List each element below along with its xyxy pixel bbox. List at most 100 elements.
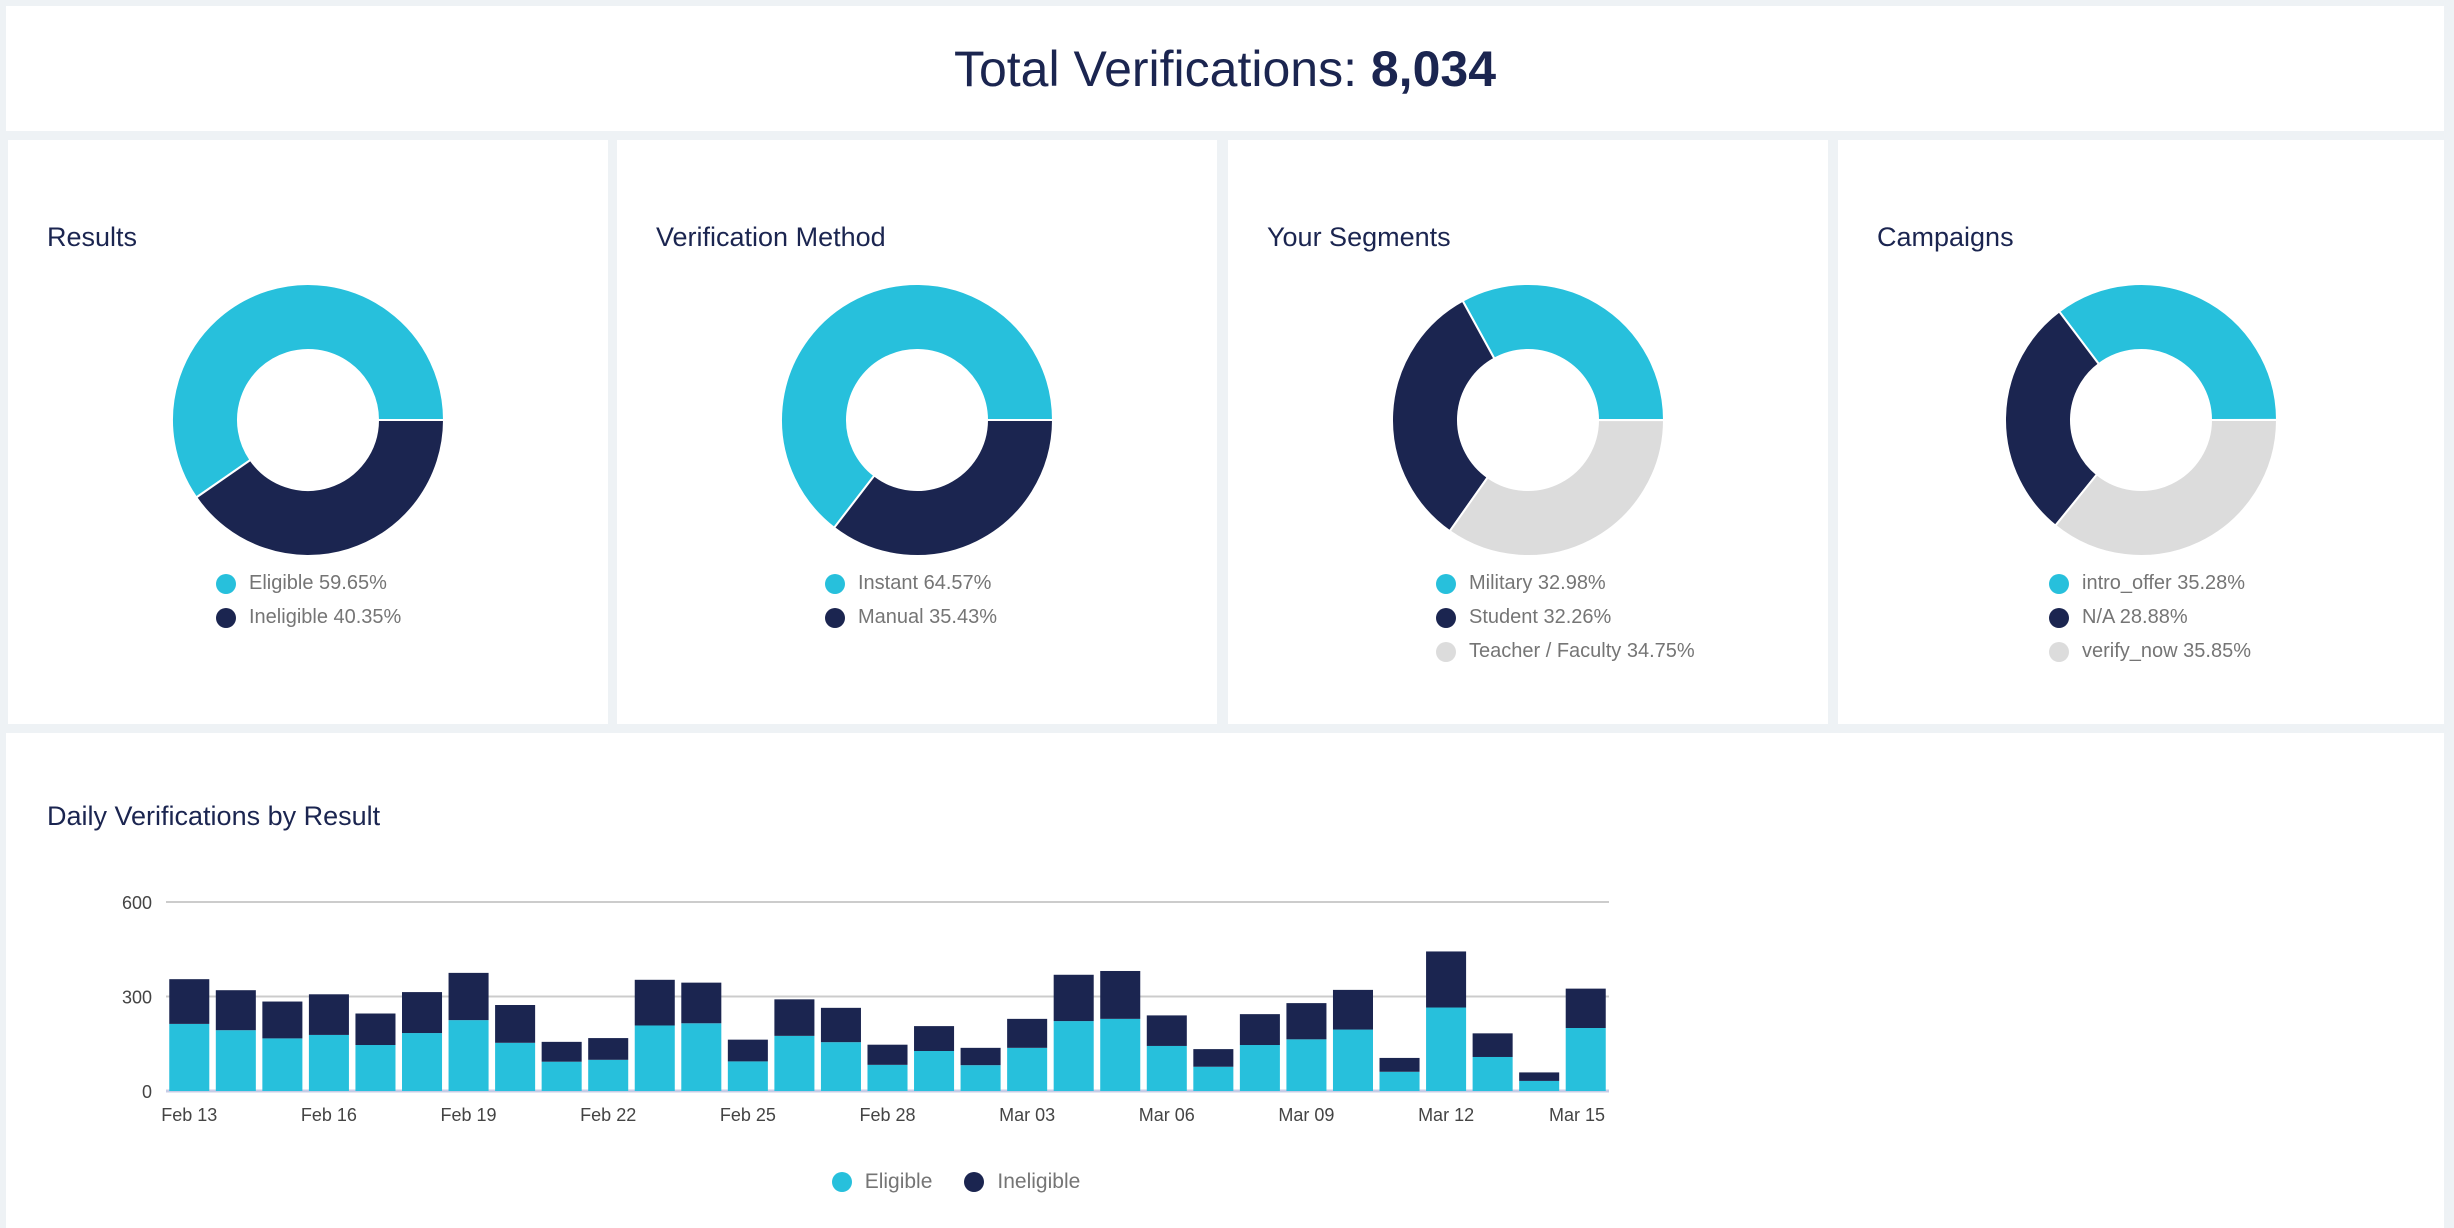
legend-swatch: [2049, 641, 2069, 662]
bar-eligible[interactable]: [1379, 1071, 1420, 1091]
bar-ineligible[interactable]: [495, 1005, 536, 1043]
legend-item[interactable]: Ineligible 40.35%: [216, 606, 401, 629]
bar-eligible[interactable]: [727, 1061, 768, 1091]
legend-item[interactable]: Student 32.26%: [1436, 606, 1611, 629]
bar-eligible[interactable]: [541, 1061, 582, 1091]
legend-swatch: [1436, 641, 1456, 662]
bar-eligible[interactable]: [1053, 1021, 1094, 1091]
bar-ineligible[interactable]: [262, 1001, 303, 1039]
bar-eligible[interactable]: [1100, 1018, 1141, 1091]
bar-ineligible[interactable]: [1146, 1015, 1187, 1046]
bar-ineligible[interactable]: [1239, 1014, 1280, 1046]
legend-eligible[interactable]: Eligible: [831, 1170, 932, 1194]
eligible-swatch: [831, 1172, 852, 1192]
bar-eligible[interactable]: [867, 1064, 908, 1091]
bar-ineligible[interactable]: [914, 1026, 955, 1051]
bar-ineligible[interactable]: [774, 999, 815, 1036]
bar-ineligible[interactable]: [681, 982, 722, 1024]
legend-label: Teacher / Faculty 34.75%: [1469, 640, 1695, 662]
bar-ineligible[interactable]: [820, 1007, 861, 1043]
bar-eligible[interactable]: [495, 1042, 536, 1091]
bar-eligible[interactable]: [1193, 1066, 1234, 1091]
legend-item[interactable]: intro_offer 35.28%: [2049, 572, 2245, 595]
x-tick-label: Mar 12: [1418, 1105, 1474, 1125]
legend-swatch: [825, 607, 845, 628]
bar-eligible[interactable]: [960, 1065, 1001, 1091]
bar-ineligible[interactable]: [1332, 989, 1373, 1030]
bar-ineligible[interactable]: [1007, 1018, 1048, 1048]
donut-slice[interactable]: [1461, 283, 1666, 421]
bar-ineligible[interactable]: [1519, 1072, 1560, 1081]
bar-eligible[interactable]: [262, 1038, 303, 1091]
x-tick-label: Feb 25: [720, 1105, 776, 1125]
bar-ineligible[interactable]: [1426, 951, 1467, 1008]
bar-eligible[interactable]: [169, 1023, 210, 1091]
bar-ineligible[interactable]: [588, 1038, 629, 1060]
total-verifications-header: Total Verifications: 8,034: [6, 6, 2444, 131]
bar-ineligible[interactable]: [727, 1039, 768, 1062]
bar-ineligible[interactable]: [1379, 1057, 1420, 1072]
legend-item[interactable]: Eligible 59.65%: [216, 572, 387, 595]
bar-eligible[interactable]: [1007, 1047, 1048, 1091]
x-tick-label: Mar 03: [999, 1105, 1055, 1125]
legend-label: Eligible 59.65%: [249, 572, 387, 594]
legend-swatch: [1436, 607, 1456, 628]
legend-label: Instant 64.57%: [858, 572, 992, 594]
bar-ineligible[interactable]: [1565, 988, 1606, 1028]
bar-eligible[interactable]: [448, 1020, 489, 1091]
bar-eligible[interactable]: [681, 1023, 722, 1091]
donut-slice[interactable]: [2057, 283, 2279, 421]
bar-ineligible[interactable]: [867, 1044, 908, 1065]
legend-label: Ineligible 40.35%: [249, 606, 402, 628]
legend-ineligible[interactable]: Ineligible: [964, 1170, 1080, 1194]
bar-ineligible[interactable]: [448, 972, 489, 1021]
donut-slice[interactable]: [1448, 419, 1666, 557]
bar-eligible[interactable]: [355, 1045, 396, 1091]
donut-chart: [171, 283, 446, 557]
bar-ineligible[interactable]: [541, 1041, 582, 1062]
bar-eligible[interactable]: [1146, 1045, 1187, 1091]
legend-item[interactable]: verify_now 35.85%: [2049, 640, 2251, 663]
y-tick-label: 600: [122, 893, 152, 913]
legend-item[interactable]: Instant 64.57%: [825, 572, 991, 595]
bar-ineligible[interactable]: [960, 1047, 1001, 1066]
legend-item[interactable]: Teacher / Faculty 34.75%: [1436, 640, 1695, 663]
bar-ineligible[interactable]: [308, 994, 349, 1035]
bar-ineligible[interactable]: [169, 979, 210, 1024]
bar-eligible[interactable]: [1426, 1007, 1467, 1091]
donut-slice[interactable]: [2053, 418, 2279, 557]
bar-eligible[interactable]: [588, 1059, 629, 1091]
bar-ineligible[interactable]: [634, 979, 675, 1026]
campaigns-card: Campaigns intro_offer 35.28% N/A 28.88% ver…: [1838, 140, 2444, 724]
bar-eligible[interactable]: [1472, 1056, 1513, 1091]
bar-eligible[interactable]: [1519, 1080, 1560, 1091]
legend-label: N/A 28.88%: [2082, 606, 2188, 628]
bar-ineligible[interactable]: [215, 990, 256, 1031]
bar-ineligible[interactable]: [1193, 1049, 1234, 1067]
bar-eligible[interactable]: [402, 1033, 443, 1091]
x-tick-label: Feb 13: [161, 1105, 217, 1125]
donut-chart: [1391, 283, 1666, 557]
donut-slice[interactable]: [832, 419, 1055, 557]
bar-ineligible[interactable]: [1286, 1003, 1327, 1040]
bar-ineligible[interactable]: [1100, 970, 1141, 1019]
bar-eligible[interactable]: [634, 1025, 675, 1091]
bar-eligible[interactable]: [1565, 1028, 1606, 1091]
bar-ineligible[interactable]: [1472, 1033, 1513, 1057]
legend-item[interactable]: Manual 35.43%: [825, 606, 997, 629]
bar-ineligible[interactable]: [1053, 974, 1094, 1022]
bar-eligible[interactable]: [215, 1030, 256, 1091]
bar-eligible[interactable]: [820, 1042, 861, 1091]
bar-ineligible[interactable]: [402, 992, 443, 1034]
bar-eligible[interactable]: [774, 1035, 815, 1091]
bar-eligible[interactable]: [1239, 1045, 1280, 1091]
bar-eligible[interactable]: [308, 1034, 349, 1091]
total-verifications-title: Total Verifications: 8,034: [954, 40, 1496, 98]
results-card: Results Eligible 59.65% Ineligible 40.35%: [8, 140, 608, 724]
bar-eligible[interactable]: [1332, 1029, 1373, 1091]
bar-ineligible[interactable]: [355, 1013, 396, 1046]
legend-item[interactable]: N/A 28.88%: [2049, 606, 2188, 629]
bar-eligible[interactable]: [1286, 1039, 1327, 1091]
legend-item[interactable]: Military 32.98%: [1436, 572, 1606, 595]
bar-eligible[interactable]: [914, 1050, 955, 1091]
